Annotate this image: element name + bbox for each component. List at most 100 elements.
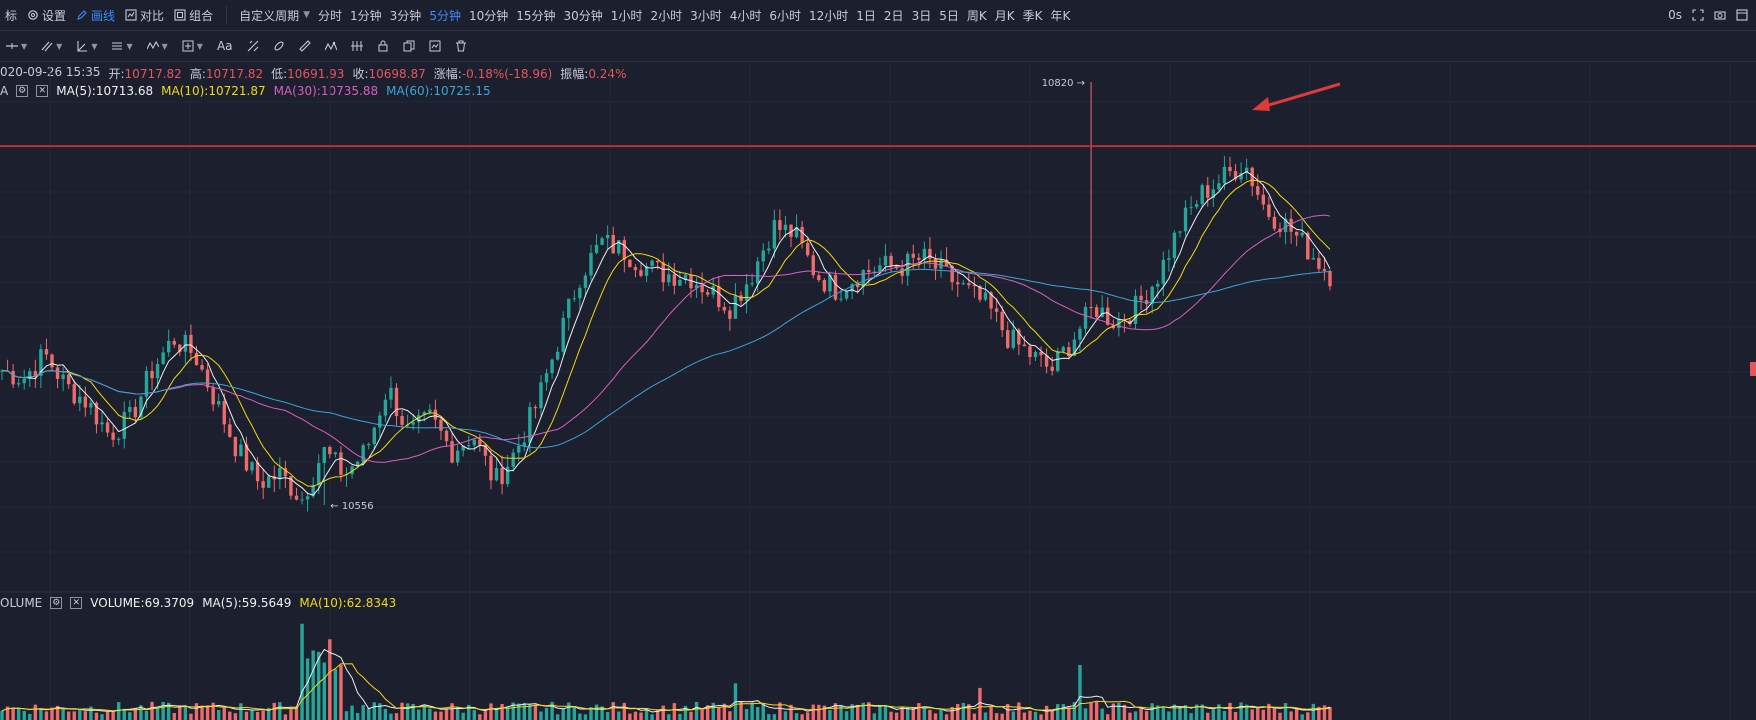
period-tab-19[interactable]: 季K (1019, 0, 1047, 30)
volume-bar (372, 702, 376, 720)
fullscreen-icon[interactable] (1692, 9, 1704, 21)
angle-tool[interactable]: ▼ (70, 32, 103, 60)
period-tab-3[interactable]: 5分钟 (425, 0, 465, 30)
volume-bar (939, 709, 943, 720)
indicator-button[interactable]: 标 (0, 0, 22, 30)
parallel-tool[interactable]: ▼ (35, 32, 68, 60)
line-tool[interactable]: ▼ (0, 32, 33, 60)
window-icon[interactable] (1736, 9, 1748, 21)
pattern-tool[interactable] (319, 32, 343, 60)
volume-bar (505, 707, 510, 720)
period-tab-1[interactable]: 1分钟 (346, 0, 386, 30)
volume-bar (161, 701, 165, 720)
candle-body (111, 432, 115, 440)
layout-button[interactable]: 组合 (169, 0, 218, 30)
draw-button[interactable]: 画线 (71, 0, 120, 30)
volume-bar (289, 709, 293, 720)
text-tool[interactable]: Aa (211, 32, 239, 60)
wave-tool[interactable]: ▼ (141, 32, 174, 60)
candle-body (583, 275, 588, 288)
toolbar-right: 0s (1668, 0, 1756, 30)
period-tab-8[interactable]: 2小时 (646, 0, 686, 30)
candlestick-chart[interactable]: 10820 → ← 10556 (0, 62, 1756, 720)
brush-tool[interactable] (267, 32, 291, 60)
candle-body (1133, 295, 1138, 325)
price-axis-marker (1750, 362, 1756, 376)
candle-body (278, 468, 282, 480)
volume-bar (1278, 712, 1282, 720)
period-tab-17[interactable]: 周K (963, 0, 991, 30)
volume-bar (128, 712, 132, 720)
volume-bar (28, 713, 32, 720)
hlines-tool[interactable]: ▼ (105, 32, 138, 60)
volume-bar (1167, 711, 1171, 720)
volume-bar (1100, 708, 1104, 720)
candle-body (855, 284, 860, 288)
volume-bar (367, 708, 371, 720)
stack-tool[interactable] (345, 32, 369, 60)
candle-body (44, 349, 49, 355)
candle-body (783, 224, 788, 230)
line-tool-icon (6, 43, 18, 49)
volume-close-icon[interactable]: ✕ (70, 597, 83, 609)
volume-bar (761, 703, 765, 720)
camera-icon[interactable] (1714, 9, 1726, 21)
countdown-label: 0s (1668, 8, 1682, 22)
candle-body (161, 352, 165, 365)
vol-ma5-value: 59.5649 (241, 596, 292, 610)
settings-button[interactable]: 设置 (22, 0, 71, 30)
volume-legend: OLUME ⚙ ✕ VOLUME:69.3709 MA(5):59.5649 M… (0, 595, 396, 611)
period-tab-10[interactable]: 4小时 (726, 0, 766, 30)
candle-body (61, 374, 65, 379)
period-tab-5[interactable]: 15分钟 (512, 0, 559, 30)
period-tab-14[interactable]: 2日 (880, 0, 908, 30)
custom-period-dropdown[interactable]: 自定义周期 ▼ (235, 0, 314, 30)
ruler-tool[interactable] (293, 32, 317, 60)
delete-button[interactable] (449, 32, 473, 60)
volume-bar (772, 714, 777, 720)
period-tab-2[interactable]: 3分钟 (386, 0, 426, 30)
candle-body (128, 406, 132, 412)
candle-body (817, 275, 821, 281)
volume-bar (605, 712, 610, 720)
period-tab-16[interactable]: 5日 (935, 0, 963, 30)
volume-bar (116, 702, 121, 720)
candle-body (800, 227, 804, 243)
period-tab-12[interactable]: 12小时 (805, 0, 852, 30)
period-tab-4[interactable]: 10分钟 (465, 0, 512, 30)
compare-button[interactable]: 对比 (120, 0, 169, 30)
volume-bar (889, 711, 893, 720)
measure-tool[interactable]: ▼ (176, 32, 209, 60)
period-tab-13[interactable]: 1日 (852, 0, 880, 30)
candle-body (367, 444, 371, 446)
period-tab-20[interactable]: 年K (1046, 0, 1074, 30)
parallel-tool-icon (41, 41, 53, 52)
candle-body (655, 260, 660, 263)
volume-bar (250, 710, 254, 720)
volume-bar (617, 711, 621, 720)
period-tab-0[interactable]: 分时 (314, 0, 346, 30)
fib-tool[interactable] (241, 32, 265, 60)
period-tab-7[interactable]: 1小时 (607, 0, 647, 30)
candle-body (1183, 207, 1188, 232)
screenshot-button[interactable] (423, 32, 447, 60)
volume-bar (805, 712, 810, 720)
period-tab-11[interactable]: 6小时 (765, 0, 805, 30)
period-tab-9[interactable]: 3小时 (686, 0, 726, 30)
copy-button[interactable] (397, 32, 421, 60)
lock-button[interactable] (371, 32, 395, 60)
volume-bar (767, 714, 771, 720)
candle-body (228, 424, 232, 437)
candle-body (105, 422, 110, 433)
volume-bar (667, 714, 671, 720)
period-tab-18[interactable]: 月K (991, 0, 1019, 30)
candle-body (678, 279, 682, 286)
volume-bar (944, 714, 949, 720)
volume-settings-icon[interactable]: ⚙ (50, 597, 63, 609)
candle-body (183, 334, 188, 352)
period-tab-6[interactable]: 30分钟 (560, 0, 607, 30)
candle-body (705, 292, 710, 295)
volume-bar (189, 713, 193, 720)
candle-body (722, 307, 727, 311)
period-tab-15[interactable]: 3日 (908, 0, 936, 30)
